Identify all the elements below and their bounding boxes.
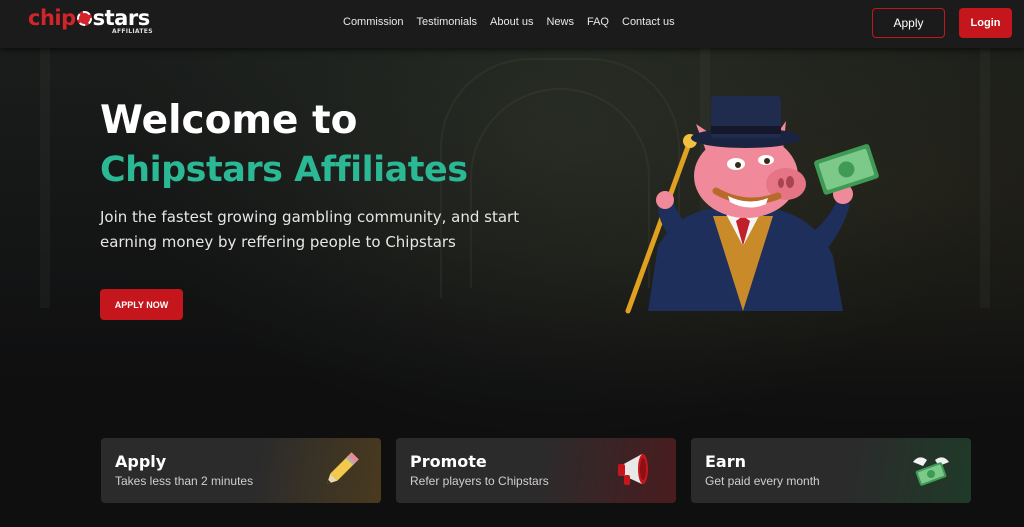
poker-chip-icon xyxy=(76,11,92,26)
nav-contact-us[interactable]: Contact us xyxy=(622,15,675,31)
hero-description: Join the fastest growing gambling commun… xyxy=(100,208,520,251)
card-title: Earn xyxy=(705,452,747,471)
pig-mascot-illustration xyxy=(625,96,879,314)
hero-section: Welcome to Chipstars Affiliates Join the… xyxy=(0,48,1024,527)
card-title: Apply xyxy=(115,452,167,471)
main-nav: Commission Testimonials About us News FA… xyxy=(343,15,688,31)
card-subtitle: Get paid every month xyxy=(705,474,820,488)
card-title: Promote xyxy=(410,452,487,471)
megaphone-icon xyxy=(618,454,648,485)
hero-title: Welcome to xyxy=(100,98,358,143)
background-column xyxy=(980,48,990,308)
logo-wordmark: chip stars xyxy=(28,6,150,30)
login-button[interactable]: Login xyxy=(959,8,1012,38)
nav-testimonials[interactable]: Testimonials xyxy=(417,15,478,31)
card-subtitle: Refer players to Chipstars xyxy=(410,474,549,488)
feature-card-promote[interactable]: Promote Refer players to Chipstars xyxy=(396,438,676,503)
nav-news[interactable]: News xyxy=(546,15,574,31)
hero-title-highlight: Chipstars Affiliates xyxy=(100,150,468,190)
nav-commission[interactable]: Commission xyxy=(343,15,404,31)
logo-subtitle: AFFILIATES xyxy=(112,28,153,35)
apply-now-button[interactable]: APPLY NOW xyxy=(100,289,183,320)
chipstars-logo[interactable]: chip stars AFFILIATES xyxy=(28,6,153,40)
feature-card-apply[interactable]: Apply Takes less than 2 minutes xyxy=(101,438,381,503)
logo-stars-text: stars xyxy=(92,6,151,30)
apply-button[interactable]: Apply xyxy=(872,8,945,38)
card-subtitle: Takes less than 2 minutes xyxy=(115,474,254,488)
feature-cards: Apply Takes less than 2 minutes Promote … xyxy=(101,438,971,503)
nav-faq[interactable]: FAQ xyxy=(587,15,609,31)
nav-about-us[interactable]: About us xyxy=(490,15,533,31)
background-column xyxy=(40,48,50,308)
logo-chip-text: chip xyxy=(28,6,76,30)
feature-card-earn[interactable]: Earn Get paid every month xyxy=(691,438,971,503)
pencil-icon xyxy=(326,452,359,485)
flying-money-icon xyxy=(913,457,949,486)
site-header: chip stars AFFILIATES Commission Testimon… xyxy=(0,0,1024,48)
